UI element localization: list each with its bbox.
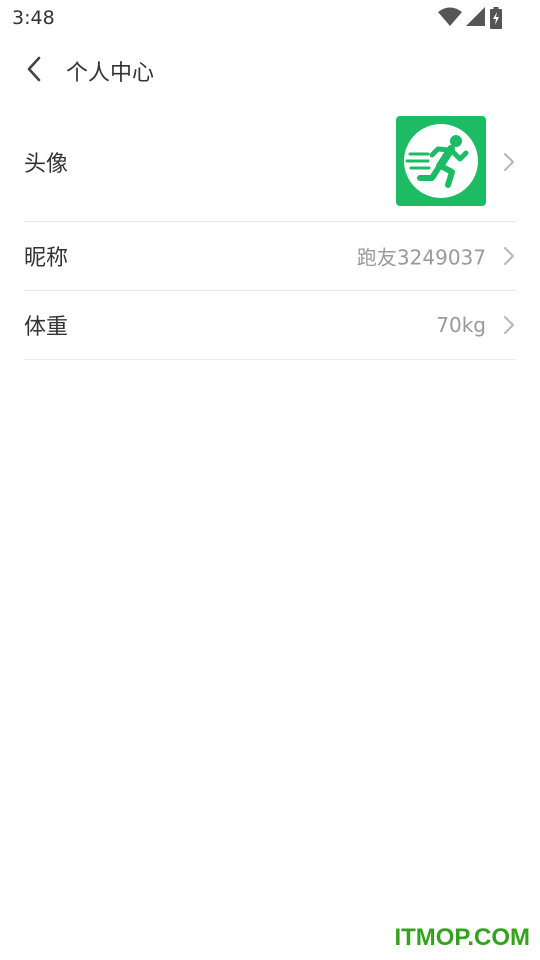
battery-charging-icon bbox=[490, 7, 502, 29]
page-title: 个人中心 bbox=[66, 61, 155, 86]
avatar-label: 头像 bbox=[24, 151, 69, 177]
chevron-right-icon bbox=[504, 152, 514, 171]
watermark: ITMOP.COM bbox=[394, 924, 530, 951]
avatar bbox=[396, 116, 486, 206]
chevron-left-icon bbox=[27, 56, 41, 82]
profile-list: 头像 昵称 跑友3249037 体重 70kg bbox=[24, 102, 516, 360]
nickname-value: 跑友3249037 bbox=[356, 245, 486, 270]
back-button[interactable] bbox=[14, 46, 54, 92]
header: 个人中心 bbox=[0, 36, 540, 102]
signal-icon bbox=[466, 7, 485, 26]
nickname-row[interactable]: 昵称 跑友3249037 bbox=[24, 222, 516, 291]
weight-row[interactable]: 体重 70kg bbox=[24, 291, 516, 360]
wifi-icon bbox=[438, 7, 462, 26]
running-man-icon bbox=[404, 124, 478, 198]
weight-value: 70kg bbox=[436, 313, 486, 337]
status-bar: 3:48 bbox=[0, 0, 540, 36]
status-icons bbox=[438, 7, 502, 29]
nickname-label: 昵称 bbox=[24, 246, 69, 271]
chevron-right-icon bbox=[504, 316, 514, 334]
status-time: 3:48 bbox=[12, 7, 55, 29]
avatar-row[interactable]: 头像 bbox=[24, 102, 516, 222]
weight-label: 体重 bbox=[24, 315, 69, 340]
chevron-right-icon bbox=[504, 247, 514, 265]
